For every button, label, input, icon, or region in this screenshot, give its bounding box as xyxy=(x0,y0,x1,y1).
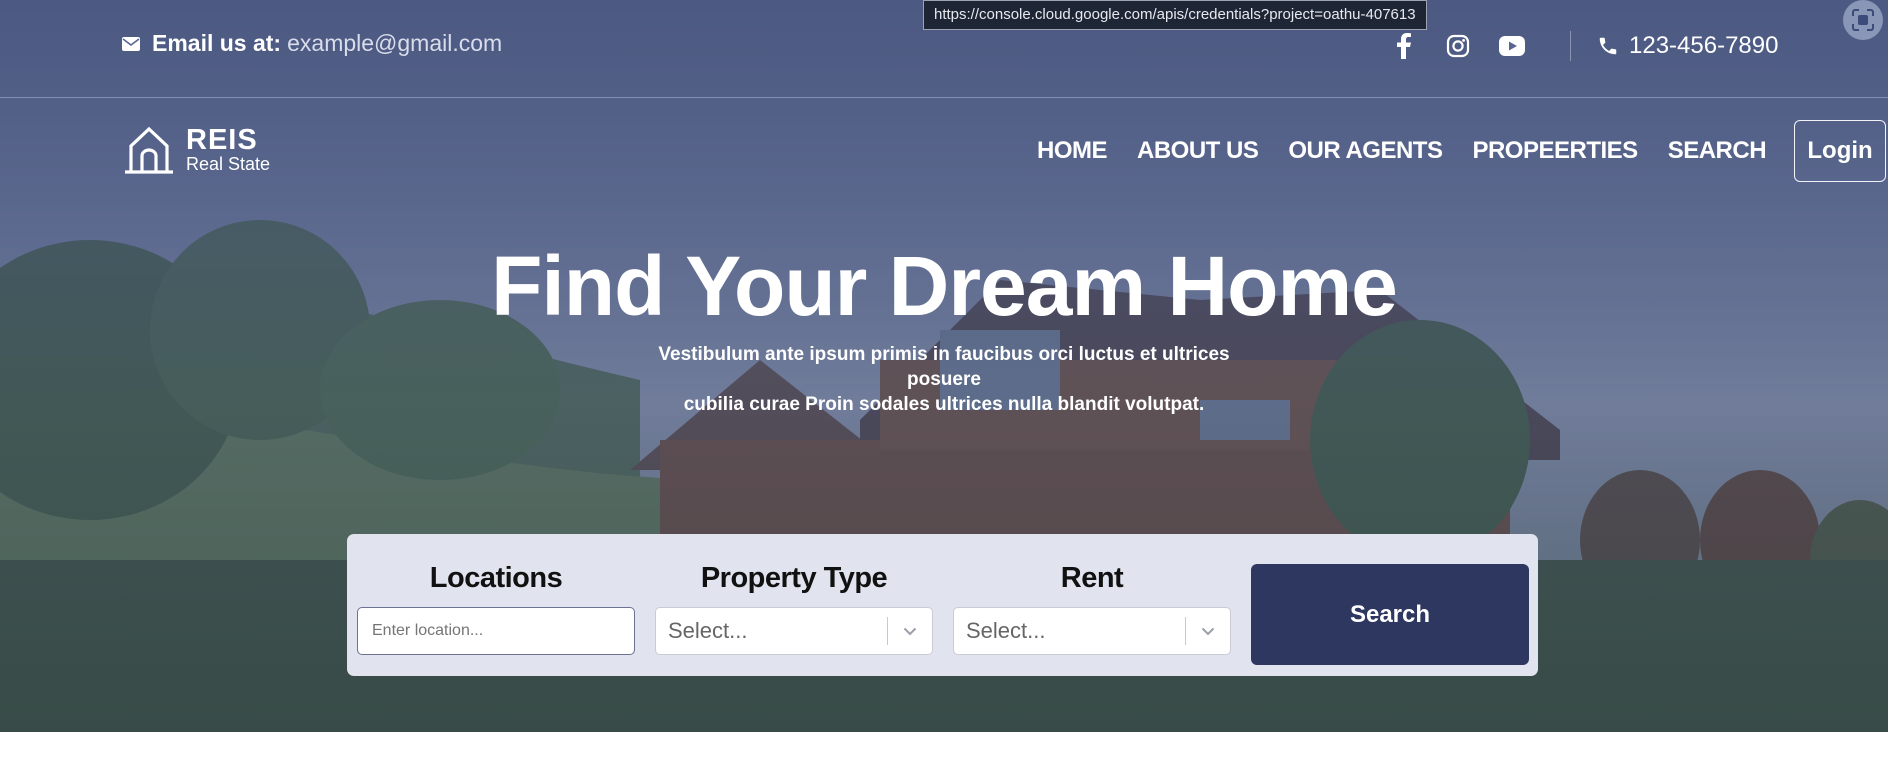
youtube-icon[interactable] xyxy=(1496,30,1528,62)
phone-number: 123-456-7890 xyxy=(1629,32,1779,59)
screenshot-capture-button[interactable] xyxy=(1843,0,1883,40)
hero-title: Find Your Dream Home xyxy=(491,239,1398,333)
brand-name: REIS xyxy=(186,124,258,156)
rent-value: Select... xyxy=(966,618,1046,643)
hero-subtitle-line-2: cubilia curae Proin sodales ultrices nul… xyxy=(683,394,1205,415)
search-button[interactable]: Search xyxy=(1251,564,1529,665)
nav-properties[interactable]: PROPEERTIES xyxy=(1472,137,1638,165)
nav-about-us[interactable]: ABOUT US xyxy=(1137,137,1259,165)
login-button[interactable]: Login xyxy=(1794,120,1887,182)
property-type-label: Property Type xyxy=(700,562,888,594)
rent-label: Rent xyxy=(1060,562,1124,594)
hero-subtitle-line-1: Vestibulum ante ipsum primis in faucibus… xyxy=(658,344,1230,390)
social-links: 123-456-7890 xyxy=(1388,30,1778,62)
rent-select[interactable]: Select... xyxy=(953,607,1231,655)
chevron-down-icon[interactable] xyxy=(1186,627,1230,636)
location-input[interactable] xyxy=(357,607,635,655)
hero-subtitle: Vestibulum ante ipsum primis in faucibus… xyxy=(644,342,1244,417)
email-link[interactable]: example@gmail.com xyxy=(287,30,502,57)
location-field: Locations xyxy=(357,562,635,655)
link-status-tooltip: https://console.cloud.google.com/apis/cr… xyxy=(923,0,1427,30)
capture-icon xyxy=(1852,9,1874,31)
brand-logo[interactable]: REIS Real State xyxy=(122,126,270,174)
nav-search[interactable]: SEARCH xyxy=(1668,137,1767,165)
property-type-value: Select... xyxy=(668,618,748,643)
facebook-icon[interactable] xyxy=(1388,30,1420,62)
email-label: Email us at: xyxy=(152,30,282,56)
property-search-panel: Locations Property Type Select... Rent S… xyxy=(347,534,1538,676)
house-logo-icon xyxy=(125,126,173,174)
phone-contact[interactable]: 123-456-7890 xyxy=(1597,32,1778,60)
instagram-icon[interactable] xyxy=(1442,30,1474,62)
email-contact: Email us at: example@gmail.com xyxy=(122,30,502,57)
nav-home[interactable]: HOME xyxy=(1037,137,1108,165)
location-label: Locations xyxy=(429,562,563,594)
nav-our-agents[interactable]: OUR AGENTS xyxy=(1288,137,1443,165)
rent-field: Rent Select... xyxy=(953,562,1231,655)
main-nav: HOME ABOUT US OUR AGENTS PROPEERTIES SEA… xyxy=(1037,120,1887,182)
divider xyxy=(1570,31,1571,61)
mail-icon xyxy=(122,36,140,51)
property-type-select[interactable]: Select... xyxy=(655,607,933,655)
brand-tagline: Real State xyxy=(186,154,271,174)
property-type-field: Property Type Select... xyxy=(655,562,933,655)
chevron-down-icon[interactable] xyxy=(888,627,932,636)
phone-icon xyxy=(1599,37,1617,55)
